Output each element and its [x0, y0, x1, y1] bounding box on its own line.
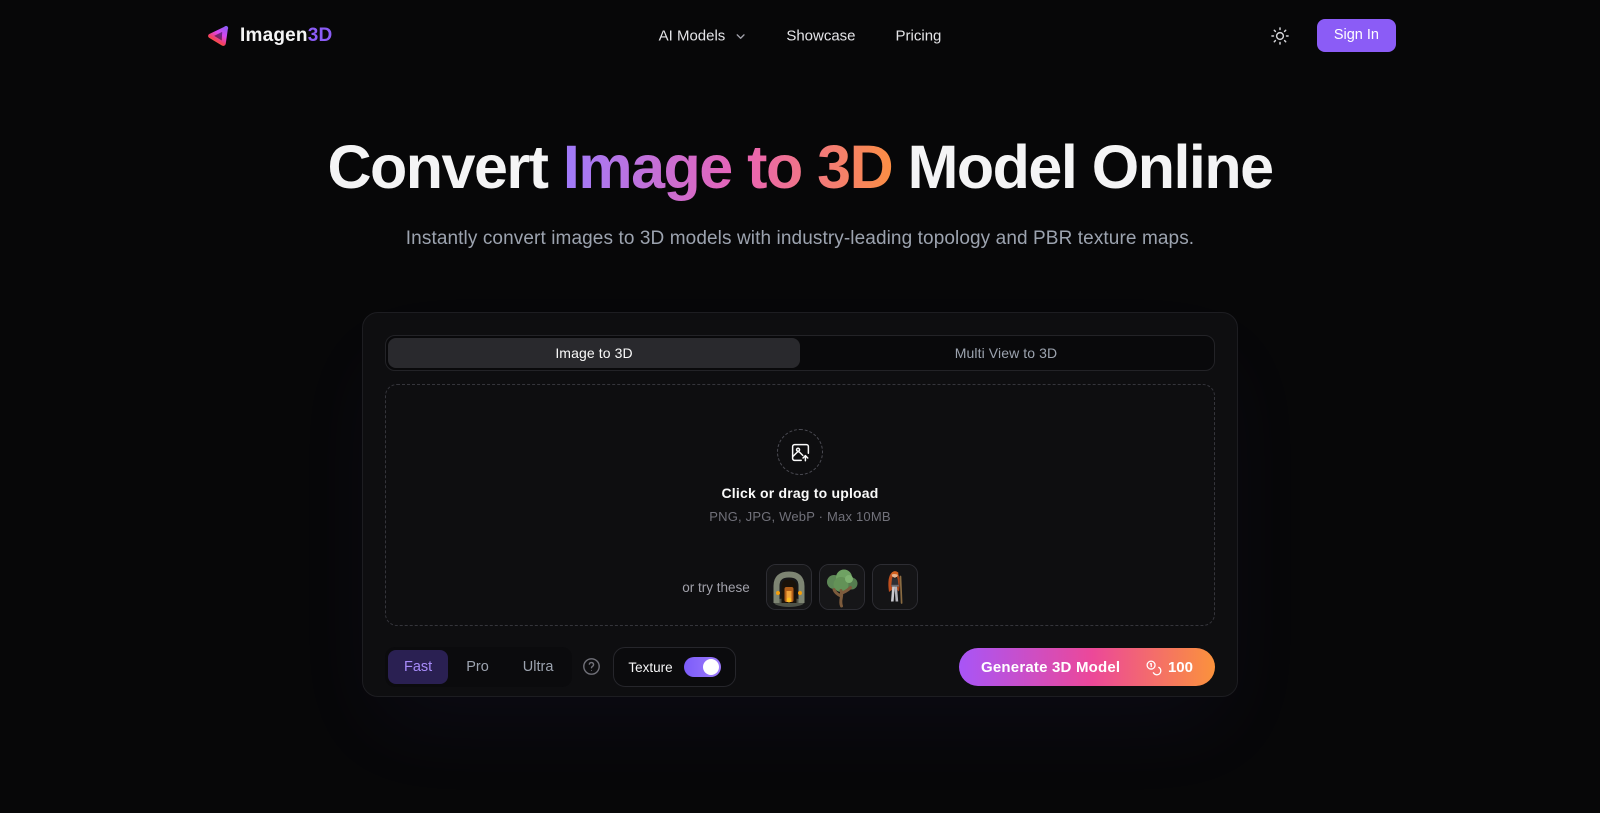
converter-card: Image to 3D Multi View to 3D Click or dr…: [362, 312, 1238, 698]
coins-icon: [1146, 660, 1162, 676]
texture-control: Texture: [613, 647, 736, 688]
mode-tabs: Image to 3D Multi View to 3D: [385, 335, 1215, 372]
chevron-down-icon: [736, 34, 745, 39]
toggle-knob: [702, 659, 719, 676]
sun-icon: [1271, 26, 1289, 45]
title-gradient-span: Image to 3D: [562, 133, 894, 201]
page: Imagen3D AI Models Showcase Pricing Sign: [0, 0, 1600, 698]
upload-dropzone[interactable]: Click or drag to upload PNG, JPG, WebP ·…: [385, 384, 1215, 627]
tree-image: [819, 565, 864, 610]
nav-item-showcase[interactable]: Showcase: [786, 27, 855, 44]
tab-multi-view-to-3d[interactable]: Multi View to 3D: [800, 338, 1212, 368]
quality-segmented-control: Fast Pro Ultra: [385, 647, 573, 688]
upload-icon-circle: [777, 429, 823, 476]
sample-warrior-character[interactable]: [871, 564, 918, 611]
dungeon-arch-image: [766, 565, 811, 610]
texture-label: Texture: [628, 659, 673, 675]
question-circle-icon: [583, 658, 601, 676]
hero-subtitle: Instantly convert images to 3D models wi…: [405, 228, 1195, 250]
nav-right-cluster: Sign In: [1267, 19, 1396, 52]
generate-label: Generate 3D Model: [981, 658, 1121, 676]
nav-item-ai-models[interactable]: AI Models: [659, 27, 747, 44]
main-content: Convert Image to 3D Model Online Instant…: [0, 133, 1600, 698]
nav-links: AI Models Showcase Pricing: [659, 27, 942, 44]
help-button[interactable]: [581, 656, 603, 678]
brand-logo[interactable]: Imagen3D: [204, 23, 332, 49]
controls-row: Fast Pro Ultra Texture Generate 3D Model…: [385, 647, 1215, 688]
quality-option-pro[interactable]: Pro: [450, 650, 505, 684]
credits-badge: 100: [1145, 659, 1193, 676]
page-title: Convert Image to 3D Model Online: [327, 133, 1274, 201]
tab-image-to-3d[interactable]: Image to 3D: [388, 338, 800, 369]
nav-item-pricing[interactable]: Pricing: [896, 27, 942, 44]
quality-option-fast[interactable]: Fast: [388, 650, 449, 685]
generate-button[interactable]: Generate 3D Model 100: [959, 648, 1215, 687]
image-upload-icon: [791, 443, 809, 462]
navbar: Imagen3D AI Models Showcase Pricing Sign: [0, 0, 1600, 71]
sign-in-button[interactable]: Sign In: [1316, 19, 1396, 52]
nav-item-label: AI Models: [658, 27, 726, 44]
texture-toggle-switch[interactable]: [683, 657, 721, 678]
credits-count: 100: [1167, 658, 1193, 676]
brand-logo-icon: [208, 25, 229, 46]
theme-toggle-button[interactable]: [1267, 23, 1293, 49]
sample-dungeon-arch[interactable]: [765, 564, 812, 611]
try-these-label: or try these: [682, 579, 750, 595]
brand-name: Imagen3D: [240, 24, 333, 46]
sample-tree[interactable]: [818, 564, 865, 611]
warrior-character-image: [872, 565, 917, 610]
quality-option-ultra[interactable]: Ultra: [507, 650, 570, 684]
sample-images-row: or try these: [682, 564, 918, 611]
upload-title: Click or drag to upload: [721, 485, 879, 502]
upload-hint: PNG, JPG, WebP · Max 10MB: [709, 509, 891, 525]
